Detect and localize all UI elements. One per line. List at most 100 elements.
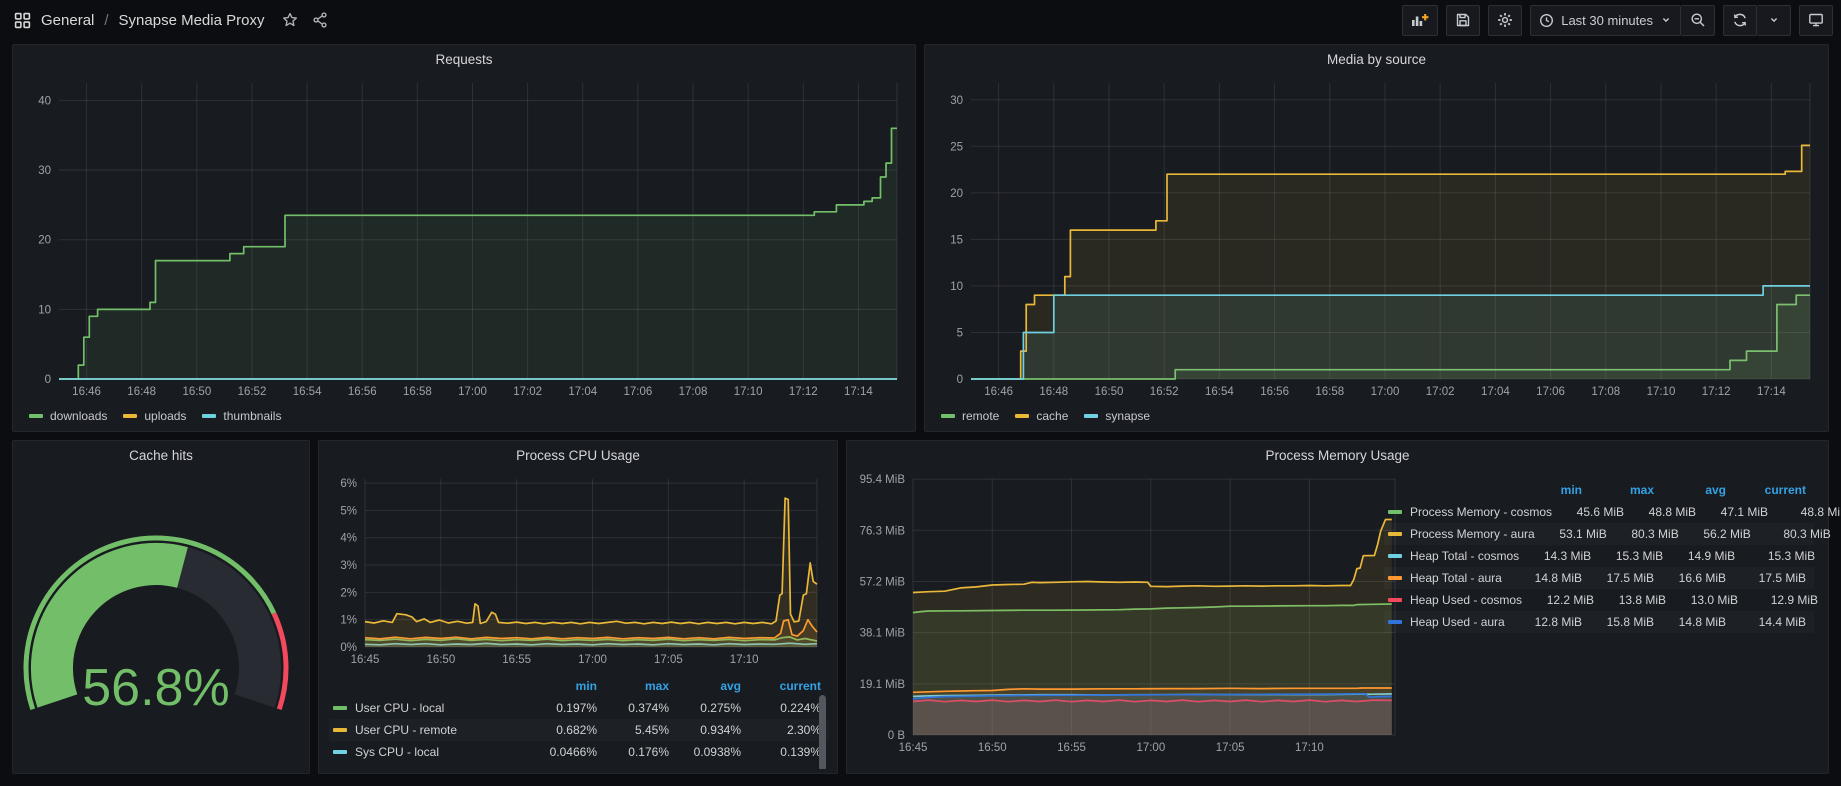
legend-table-header-min[interactable]: min (525, 679, 597, 693)
share-icon[interactable] (312, 12, 328, 28)
legend-table-header-max[interactable]: max (597, 679, 669, 693)
legend-table-row[interactable]: Process Memory - cosmos45.6 MiB48.8 MiB4… (1384, 501, 1814, 523)
legend-label: synapse (1105, 409, 1150, 423)
legend-item-downloads[interactable]: downloads (29, 409, 107, 423)
legend-table-row[interactable]: Process Memory - aura53.1 MiB80.3 MiB56.… (1384, 523, 1814, 545)
legend-table-header-current[interactable]: current (741, 679, 821, 693)
breadcrumb-section[interactable]: General (41, 12, 94, 29)
series-line-User CPU - remote (365, 498, 817, 624)
cache-hits-gauge: 56.8% (13, 469, 309, 775)
legend-table-row[interactable]: Heap Used - aura12.8 MiB15.8 MiB14.8 MiB… (1384, 611, 1814, 633)
panel-title-cache-hits[interactable]: Cache hits (13, 441, 309, 469)
add-panel-button[interactable] (1402, 5, 1438, 36)
x-tick-label: 17:14 (844, 386, 873, 398)
refresh-button[interactable] (1723, 5, 1757, 36)
series-label: Process Memory - aura (1410, 527, 1535, 541)
stat-value: 0.682% (525, 723, 597, 737)
panel-process-cpu: Process CPU Usage 0%1%2%3%4%5%6%16:4516:… (318, 440, 838, 774)
legend-item-remote[interactable]: remote (941, 409, 999, 423)
legend-item-cache[interactable]: cache (1015, 409, 1068, 423)
legend-scrollbar[interactable] (819, 695, 826, 769)
series-name[interactable]: Heap Total - cosmos (1388, 549, 1519, 563)
chevron-down-icon (1660, 14, 1672, 26)
zoom-out-time-button[interactable] (1681, 5, 1715, 36)
stat-value: 2.30% (741, 723, 821, 737)
x-tick-label: 17:14 (1757, 386, 1786, 398)
x-tick-label: 17:00 (578, 654, 607, 666)
series-name[interactable]: Process Memory - aura (1388, 527, 1535, 541)
legend-item-thumbnails[interactable]: thumbnails (202, 409, 281, 423)
y-tick-label: 76.3 MiB (860, 525, 906, 537)
x-tick-label: 17:06 (623, 386, 652, 398)
requests-chart[interactable]: 01020304016:4616:4816:5016:5216:5416:561… (23, 75, 907, 401)
star-icon[interactable] (282, 12, 298, 28)
stat-value: 14.8 MiB (1510, 571, 1582, 585)
legend-table-row[interactable]: User CPU - remote0.682%5.45%0.934%2.30% (329, 719, 829, 741)
breadcrumb-dashboard-title[interactable]: Synapse Media Proxy (119, 12, 265, 29)
legend-table-row[interactable]: Sys CPU - local0.0466%0.176%0.0938%0.139… (329, 741, 829, 763)
x-tick-label: 16:50 (978, 742, 1007, 754)
legend-chip (333, 728, 347, 732)
panel-title-requests[interactable]: Requests (13, 45, 915, 73)
legend-table-row[interactable]: User CPU - local0.197%0.374%0.275%0.224% (329, 697, 829, 719)
stat-value: 0.275% (669, 701, 741, 715)
panel-requests: Requests 01020304016:4616:4816:5016:5216… (12, 44, 916, 432)
legend-table-header-min[interactable]: min (1510, 483, 1582, 497)
stat-value: 0.176% (597, 745, 669, 759)
dashboard-settings-button[interactable] (1488, 5, 1522, 36)
time-range-picker[interactable]: Last 30 minutes (1530, 5, 1681, 36)
series-name[interactable]: Heap Total - aura (1388, 571, 1510, 585)
x-tick-label: 17:02 (513, 386, 542, 398)
y-tick-label: 3% (340, 560, 357, 572)
panel-title-memory[interactable]: Process Memory Usage (847, 441, 1828, 469)
cpu-chart[interactable]: 0%1%2%3%4%5%6%16:4516:5016:5517:0017:051… (327, 471, 831, 671)
series-name[interactable]: User CPU - local (333, 701, 525, 715)
legend-table-header-avg[interactable]: avg (669, 679, 741, 693)
stat-value: 0.0938% (669, 745, 741, 759)
legend-table-row[interactable]: Heap Used - cosmos12.2 MiB13.8 MiB13.0 M… (1384, 589, 1814, 611)
stat-value: 13.0 MiB (1666, 593, 1738, 607)
x-tick-label: 17:10 (1295, 742, 1324, 754)
series-name[interactable]: Process Memory - cosmos (1388, 505, 1552, 519)
x-tick-label: 16:54 (293, 386, 322, 398)
legend-item-synapse[interactable]: synapse (1084, 409, 1150, 423)
x-tick-label: 16:56 (1260, 386, 1289, 398)
x-tick-label: 16:52 (238, 386, 267, 398)
add-panel-icon (1411, 12, 1429, 28)
stat-value: 12.2 MiB (1522, 593, 1594, 607)
refresh-interval-dropdown[interactable] (1757, 5, 1791, 36)
series-name[interactable]: Heap Used - aura (1388, 615, 1510, 629)
legend-table-header-max[interactable]: max (1582, 483, 1654, 497)
legend-table-row[interactable]: Heap Total - cosmos14.3 MiB15.3 MiB14.9 … (1384, 545, 1814, 567)
series-name[interactable]: User CPU - remote (333, 723, 525, 737)
legend-table-header: minmaxavgcurrent (1384, 479, 1814, 501)
toolbar: Last 30 minutes (1402, 5, 1833, 36)
legend-table-header-current[interactable]: current (1726, 483, 1806, 497)
y-tick-label: 10 (950, 281, 963, 293)
series-fill-User CPU - remote (365, 498, 817, 647)
legend-table-header-avg[interactable]: avg (1654, 483, 1726, 497)
x-tick-label: 16:56 (348, 386, 377, 398)
x-tick-label: 17:05 (654, 654, 683, 666)
x-tick-label: 17:12 (789, 386, 818, 398)
memory-chart[interactable]: 0 B19.1 MiB38.1 MiB57.2 MiB76.3 MiB95.4 … (855, 471, 1403, 761)
legend-table-row[interactable]: Heap Total - aura14.8 MiB17.5 MiB16.6 Mi… (1384, 567, 1814, 589)
legend-table-header: minmaxavgcurrent (329, 675, 829, 697)
x-tick-label: 17:04 (568, 386, 597, 398)
series-name[interactable]: Sys CPU - local (333, 745, 525, 759)
media-chart[interactable]: 05101520253016:4616:4816:5016:5216:5416:… (935, 75, 1820, 401)
apps-grid-icon[interactable] (14, 12, 31, 29)
legend-chip (333, 706, 347, 710)
save-dashboard-button[interactable] (1446, 5, 1480, 36)
kiosk-mode-button[interactable] (1799, 5, 1833, 36)
top-nav: General / Synapse Media Proxy (0, 0, 1841, 40)
stat-value: 0.197% (525, 701, 597, 715)
x-tick-label: 16:52 (1150, 386, 1179, 398)
legend-item-uploads[interactable]: uploads (123, 409, 186, 423)
panel-title-media[interactable]: Media by source (925, 45, 1828, 73)
media-legend: remote cache synapse (941, 409, 1150, 423)
series-name[interactable]: Heap Used - cosmos (1388, 593, 1522, 607)
x-tick-label: 16:50 (1095, 386, 1124, 398)
panel-title-cpu[interactable]: Process CPU Usage (319, 441, 837, 469)
panel-cache-hits: Cache hits 56.8% (12, 440, 310, 774)
